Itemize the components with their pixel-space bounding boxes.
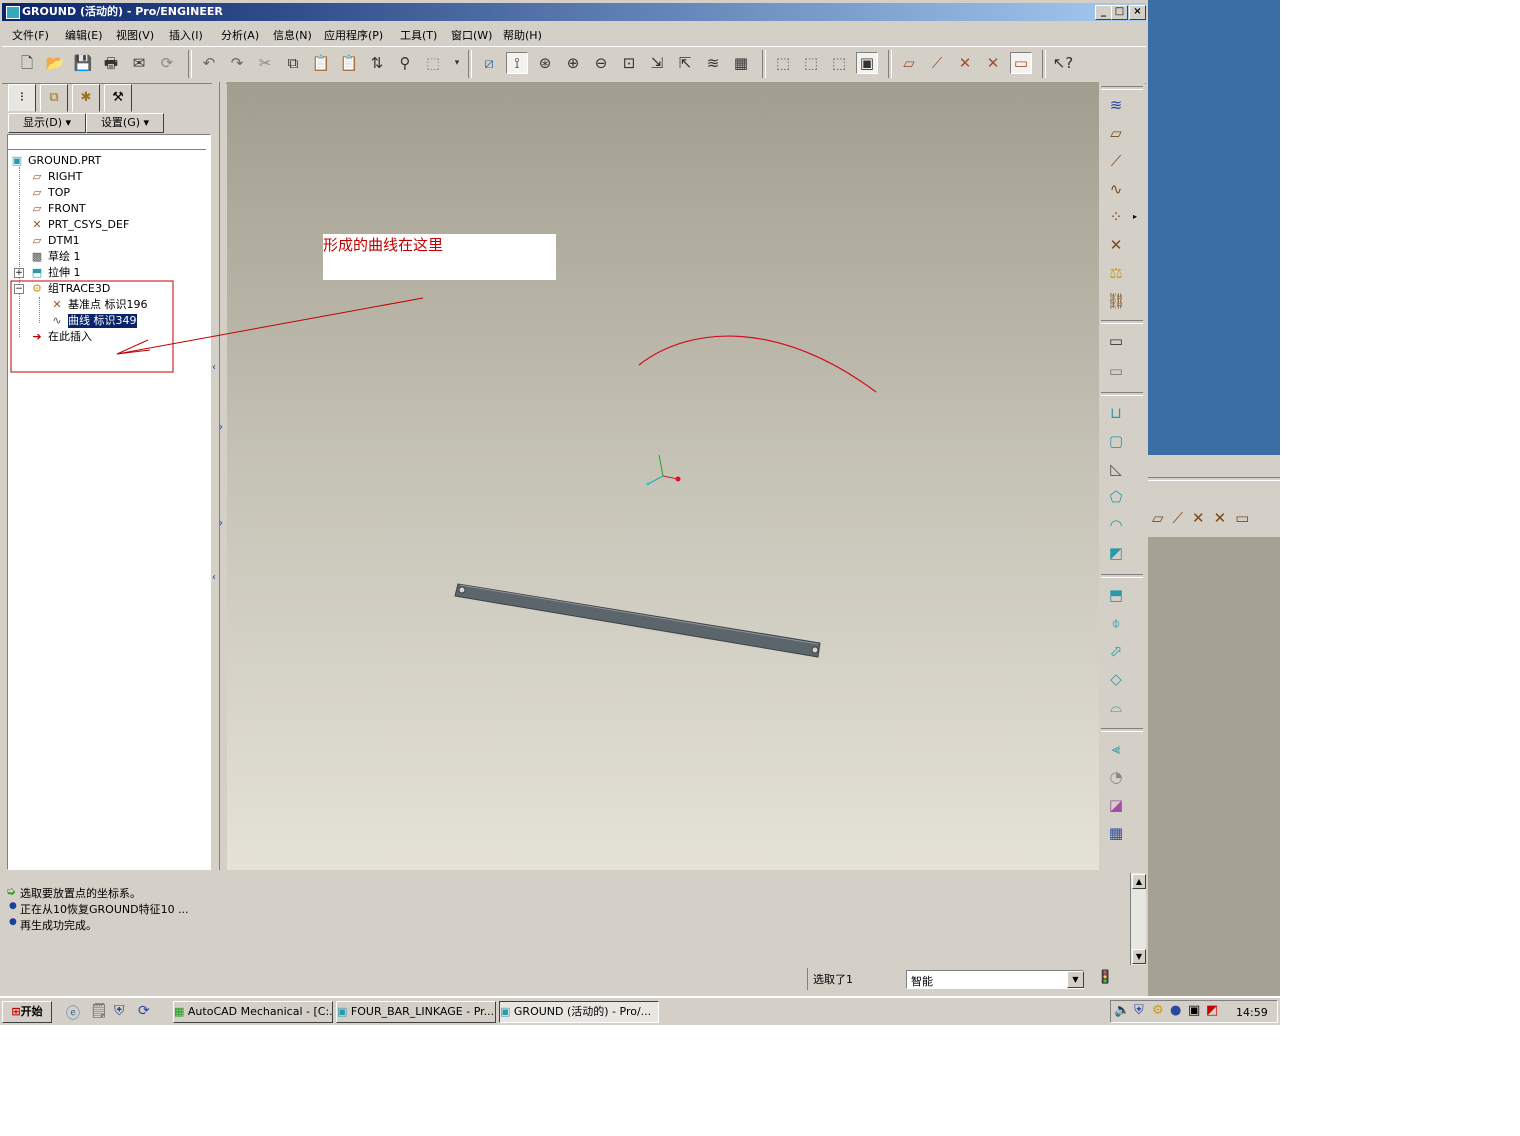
tray-shield-icon[interactable]: ⛨ [1134, 1003, 1144, 1018]
status-divider [807, 968, 808, 990]
insert-note-alt-icon[interactable]: ▭ [1104, 360, 1128, 382]
revolve-tool-icon[interactable]: ⌽ [1104, 612, 1128, 634]
selection-count: 选取了1 [813, 973, 853, 986]
taskbar-item-label: FOUR_BAR_LINKAGE - Pr... [350, 1005, 495, 1018]
toolbar-separator [1101, 574, 1143, 578]
datum-point-tool-icon[interactable]: ⁘ [1104, 206, 1128, 228]
clock: 14:59 [1236, 1006, 1268, 1019]
tray-network-icon[interactable]: ⚙ [1152, 1003, 1164, 1018]
tray-monitor-icon[interactable]: ▣ [1188, 1003, 1200, 1018]
scroll-down-icon[interactable]: ▼ [1132, 949, 1146, 964]
mirror-tool-icon[interactable]: ⫷ [1104, 738, 1128, 760]
arrow-prompt-icon: ➭ [6, 884, 17, 898]
csys-y-axis [658, 454, 664, 477]
traced-curve[interactable] [638, 335, 877, 393]
filter-select-value: 智能 [911, 975, 933, 988]
annotation-callout: 形成的曲线在这里 [323, 234, 556, 280]
taskbar-item-autocad[interactable]: ▦ AutoCAD Mechanical - [C:... [173, 1001, 333, 1023]
proe-app-icon: ▣ [500, 1005, 511, 1018]
status-bar: 选取了1 智能 ▼ 🚦 [2, 966, 1146, 994]
link-hole-right [811, 646, 819, 654]
boundary-tool-icon[interactable]: ⌓ [1104, 696, 1128, 718]
trim-tool-icon[interactable]: ◪ [1104, 794, 1128, 816]
round-tool-icon[interactable]: ◠ [1104, 514, 1128, 536]
quicklaunch-app-icon[interactable]: ⛨ [114, 1003, 125, 1019]
start-label: 开始 [20, 1005, 43, 1018]
proe-app-icon: ▣ [337, 1005, 348, 1018]
quicklaunch-app2-icon[interactable]: ⟳ [138, 1003, 150, 1019]
message-line-3: 再生成功完成。 [20, 919, 97, 932]
toolbar-separator [1101, 86, 1143, 90]
toolbar-separator [1101, 320, 1143, 324]
chamfer-tool-icon[interactable]: ◩ [1104, 542, 1128, 564]
taskbar-item-label: GROUND (活动的) - Pro/... [513, 1005, 652, 1018]
message-line-1: 选取要放置点的坐标系。 [20, 887, 141, 900]
chain-link-icon[interactable]: ⛓ [1104, 290, 1128, 312]
ie-icon[interactable]: ⓔ [66, 1003, 80, 1023]
link-bar-edge [459, 584, 819, 645]
hole-tool-icon[interactable]: ⊔ [1104, 402, 1128, 424]
datum-axis-tool-icon[interactable]: ⟋ [1104, 150, 1128, 172]
sweep-tool-icon[interactable]: ⬀ [1104, 640, 1128, 662]
annotation-arrowhead [116, 339, 151, 355]
chevron-down-icon[interactable]: ▼ [1067, 971, 1084, 988]
scroll-up-icon[interactable]: ▲ [1132, 874, 1146, 889]
csys-z-point [646, 482, 650, 486]
link-hole-left [458, 586, 466, 594]
toolbar-separator [1101, 392, 1143, 396]
tray-av-icon[interactable]: ● [1170, 1003, 1181, 1018]
traffic-light-icon[interactable]: 🚦 [1097, 970, 1113, 985]
pattern-tool-icon[interactable]: ▦ [1104, 822, 1128, 844]
taskbar-item-label: AutoCAD Mechanical - [C:... [187, 1005, 333, 1018]
analysis-feature-icon[interactable]: ⚖ [1104, 262, 1128, 284]
insert-note-icon[interactable]: ▭ [1104, 330, 1128, 352]
extrude-tool-icon[interactable]: ⬒ [1104, 584, 1128, 606]
flyout-arrow-icon[interactable]: ▸ [1133, 212, 1137, 221]
tray-app-icon[interactable]: ◩ [1206, 1003, 1218, 1018]
message-line-2: 正在从10恢复GROUND特征10 ... [20, 903, 189, 916]
draft-tool-icon[interactable]: ⬠ [1104, 486, 1128, 508]
message-area [2, 872, 1130, 966]
taskbar-item-four-bar-linkage[interactable]: ▣ FOUR_BAR_LINKAGE - Pr... [336, 1001, 496, 1023]
datum-plane-tool-icon[interactable]: ▱ [1104, 122, 1128, 144]
annotation-arrow-line [116, 297, 424, 355]
annotation-highlight-box [10, 280, 174, 373]
link-bar[interactable] [454, 583, 821, 658]
filter-select[interactable]: 智能 ▼ [906, 970, 1084, 989]
windows-logo-icon: ⊞ [11, 1005, 21, 1018]
annotation-text: 形成的曲线在这里 [323, 236, 444, 254]
shell-tool-icon[interactable]: ▢ [1104, 430, 1128, 452]
blend-tool-icon[interactable]: ◇ [1104, 668, 1128, 690]
info-bullet-icon: ● [9, 901, 17, 911]
datum-curve-tool-icon[interactable]: ∿ [1104, 178, 1128, 200]
start-button[interactable]: ⊞开始 [2, 1001, 52, 1023]
message-scrollbar[interactable]: ▲ ▼ [1130, 873, 1146, 965]
csys-tool-icon[interactable]: ✕ [1104, 234, 1128, 256]
sketch-tool-icon[interactable]: ≋ [1104, 94, 1128, 116]
csys-z-axis [647, 475, 664, 485]
notepad-icon[interactable]: 🗒 [90, 1003, 108, 1019]
info-bullet-icon: ● [9, 917, 17, 927]
rib-tool-icon[interactable]: ◺ [1104, 458, 1128, 480]
autocad-app-icon: ▦ [174, 1005, 185, 1018]
taskbar-item-ground[interactable]: ▣ GROUND (活动的) - Pro/... [499, 1001, 659, 1023]
speaker-icon[interactable]: 🔈 [1114, 1003, 1130, 1018]
toolbar-separator [1101, 728, 1143, 732]
csys-origin-point [675, 476, 681, 482]
merge-tool-icon[interactable]: ◔ [1104, 766, 1128, 788]
